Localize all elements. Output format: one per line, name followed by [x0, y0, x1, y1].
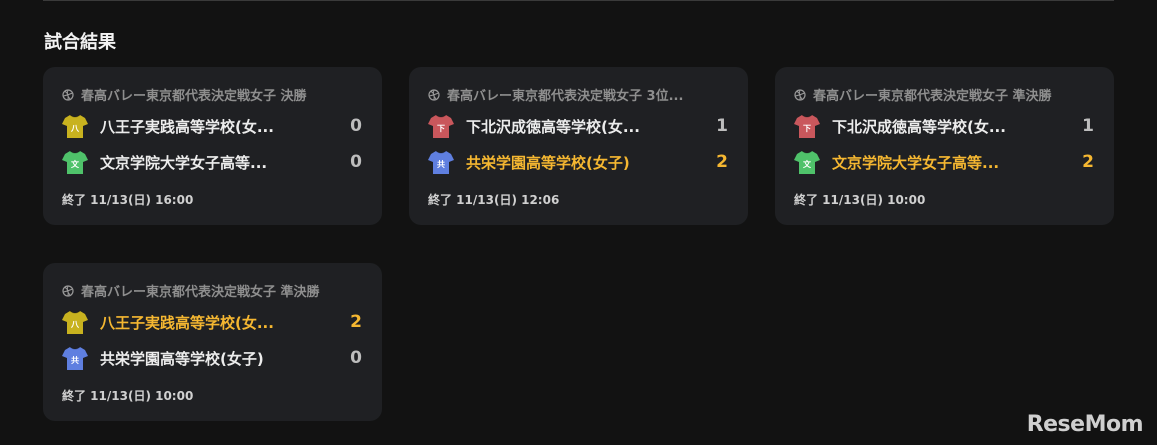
svg-text:文: 文: [803, 159, 812, 169]
team-score: 1: [716, 116, 728, 136]
jersey-icon: 共: [62, 346, 88, 370]
match-card[interactable]: 春高バレー東京都代表決定戦女子 決勝八 八王子実践高等学校(女... 0 文 文京学院大…: [43, 67, 382, 225]
team-score: 0: [350, 348, 362, 368]
team-row: 八 八王子実践高等学校(女... 2: [62, 308, 362, 336]
volleyball-icon: [428, 88, 440, 101]
jersey-icon: 八: [62, 114, 88, 138]
jersey-icon: 文: [794, 150, 820, 174]
event-text: 春高バレー東京都代表決定戦女子 3位...: [447, 89, 684, 104]
team-name: 八王子実践高等学校(女...: [100, 117, 274, 136]
team-score: 2: [350, 312, 362, 332]
match-event-title: 春高バレー東京都代表決定戦女子 準決勝: [62, 281, 362, 300]
team-name: 文京学院大学女子高等...: [832, 153, 1000, 172]
team-name: 下北沢成徳高等学校(女...: [466, 117, 640, 136]
team-name: 共栄学園高等学校(女子): [100, 349, 264, 368]
team-row: 文 文京学院大学女子高等... 2: [794, 148, 1094, 176]
team-score: 0: [350, 152, 362, 172]
volleyball-icon: [62, 284, 74, 297]
team-score: 2: [1082, 152, 1094, 172]
svg-text:八: 八: [70, 320, 80, 329]
match-event-title: 春高バレー東京都代表決定戦女子 決勝: [62, 85, 362, 104]
event-text: 春高バレー東京都代表決定戦女子 準決勝: [81, 285, 320, 300]
section-title: 試合結果: [44, 32, 116, 53]
team-row: 下 下北沢成徳高等学校(女... 1: [794, 112, 1094, 140]
jersey-icon: 共: [428, 150, 454, 174]
volleyball-icon: [794, 88, 806, 101]
match-card[interactable]: 春高バレー東京都代表決定戦女子 準決勝八 八王子実践高等学校(女... 2 共 共栄学園…: [43, 263, 382, 421]
match-status: 終了 11/13(日) 10:00: [794, 193, 926, 207]
team-row: 文 文京学院大学女子高等... 0: [62, 148, 362, 176]
match-event-title: 春高バレー東京都代表決定戦女子 3位...: [428, 85, 728, 104]
team-row: 共 共栄学園高等学校(女子) 2: [428, 148, 728, 176]
event-text: 春高バレー東京都代表決定戦女子 決勝: [81, 89, 307, 104]
match-event-title: 春高バレー東京都代表決定戦女子 準決勝: [794, 85, 1094, 104]
resemom-logo: ReseMom: [1026, 412, 1144, 437]
volleyball-icon: [62, 88, 74, 101]
team-name: 文京学院大学女子高等...: [100, 153, 268, 172]
svg-text:下: 下: [437, 124, 445, 133]
svg-text:共: 共: [437, 159, 445, 169]
event-text: 春高バレー東京都代表決定戦女子 準決勝: [813, 89, 1052, 104]
svg-text:八: 八: [70, 124, 80, 133]
team-row: 下 下北沢成徳高等学校(女... 1: [428, 112, 728, 140]
jersey-icon: 下: [428, 114, 454, 138]
divider: [43, 0, 1114, 1]
team-score: 1: [1082, 116, 1094, 136]
match-status: 終了 11/13(日) 12:06: [428, 193, 560, 207]
svg-text:下: 下: [803, 124, 811, 133]
team-name: 共栄学園高等学校(女子): [466, 153, 630, 172]
team-name: 八王子実践高等学校(女...: [100, 313, 274, 332]
svg-text:共: 共: [71, 355, 79, 365]
svg-text:文: 文: [71, 159, 80, 169]
jersey-icon: 文: [62, 150, 88, 174]
match-status: 終了 11/13(日) 16:00: [62, 193, 194, 207]
team-score: 2: [716, 152, 728, 172]
jersey-icon: 八: [62, 310, 88, 334]
team-score: 0: [350, 116, 362, 136]
team-row: 八 八王子実践高等学校(女... 0: [62, 112, 362, 140]
team-row: 共 共栄学園高等学校(女子) 0: [62, 344, 362, 372]
match-card[interactable]: 春高バレー東京都代表決定戦女子 3位... 下 下北沢成徳高等学校(女... 1 共 共栄…: [409, 67, 748, 225]
match-card[interactable]: 春高バレー東京都代表決定戦女子 準決勝下 下北沢成徳高等学校(女... 1 文 文京学院…: [775, 67, 1114, 225]
team-name: 下北沢成徳高等学校(女...: [832, 117, 1006, 136]
jersey-icon: 下: [794, 114, 820, 138]
match-status: 終了 11/13(日) 10:00: [62, 389, 194, 403]
